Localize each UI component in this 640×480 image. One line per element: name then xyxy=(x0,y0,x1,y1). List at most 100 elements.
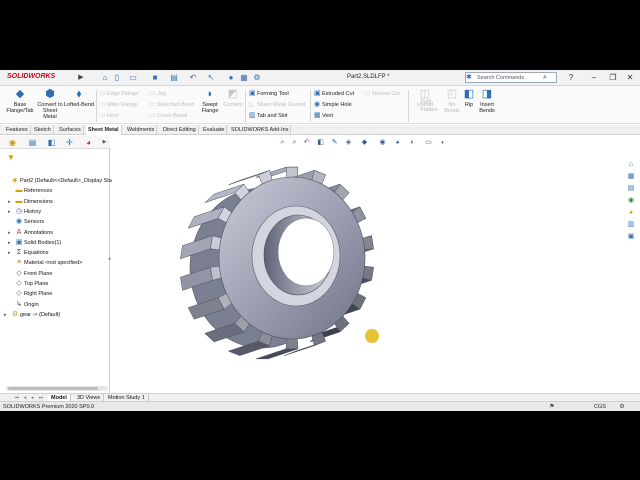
swept-flange-icon: ◗ xyxy=(206,88,214,100)
open-icon[interactable]: ▭ xyxy=(128,73,138,83)
previous-view-icon[interactable]: ↶ xyxy=(302,138,311,148)
graphics-area[interactable] xyxy=(112,148,624,392)
cross-break-button[interactable]: ▭Cross-Break xyxy=(149,112,188,120)
tree-node[interactable]: ≡ Material <not specified> xyxy=(8,258,82,268)
save-icon[interactable]: ■ xyxy=(150,73,160,83)
rebuild-icon[interactable]: ● xyxy=(226,73,236,83)
tab-sheet-metal[interactable]: Sheet Metal xyxy=(86,125,122,135)
tree-node[interactable]: ▸ Σ Equations xyxy=(8,248,48,258)
display-manager-tab-icon[interactable]: ◕ xyxy=(83,137,94,148)
zoom-to-fit-icon[interactable]: ⌕ xyxy=(278,138,287,148)
solid-bodies-icon: ▣ xyxy=(15,238,23,246)
tree-node[interactable]: ↳ Origin xyxy=(8,300,39,310)
tab-direct-editing[interactable]: Direct Editing xyxy=(161,125,199,135)
view-orientation-icon[interactable]: ◈ xyxy=(344,138,353,148)
swept-flange-button[interactable]: ◗ Swept Flange xyxy=(197,88,223,114)
simple-hole-button[interactable]: ◉ Simple Hole xyxy=(314,101,352,109)
scrollbar-thumb[interactable] xyxy=(8,387,98,390)
minimize-icon[interactable]: – xyxy=(588,72,600,84)
custom-properties-icon[interactable]: ▥ xyxy=(626,220,636,230)
display-style-icon[interactable]: ◆ xyxy=(360,138,369,148)
menu-expand-icon[interactable]: ▶ xyxy=(77,71,85,84)
forming-tool-button[interactable]: ▣Forming Tool xyxy=(249,90,289,98)
tree-node[interactable]: ▸ ▬ Dimensions xyxy=(8,197,53,207)
unfold-button[interactable]: ◫ Unfold xyxy=(415,88,435,108)
tree-node[interactable]: ▸ ⚙ gear -> (Default) xyxy=(4,310,60,320)
design-library-icon[interactable]: ▦ xyxy=(626,172,636,182)
rip-button[interactable]: ◧ Rip xyxy=(461,88,477,108)
history-icon: ◷ xyxy=(15,207,23,215)
help-icon[interactable]: ? xyxy=(565,72,577,84)
feature-manager-tab-icon[interactable]: ◉ xyxy=(7,137,18,148)
normal-cut-button[interactable]: ▭Normal Cut xyxy=(364,90,400,98)
filter-icon[interactable]: ▼ xyxy=(7,153,17,163)
appearances-icon[interactable]: ◕ xyxy=(626,208,636,218)
file-explorer-icon[interactable]: ▤ xyxy=(626,184,636,194)
units-selector[interactable]: CGS xyxy=(594,402,606,411)
restore-icon[interactable]: ❐ xyxy=(607,72,619,84)
sketched-bend-button[interactable]: ▭Sketched Bend xyxy=(149,101,194,109)
panel-more-icon[interactable]: ▶ xyxy=(99,137,110,148)
fold-button[interactable]: Fold xyxy=(416,99,436,105)
tree-node[interactable]: ◇ Front Plane xyxy=(8,269,52,279)
search-icon[interactable]: ⌕ xyxy=(543,73,552,82)
tab-surfaces[interactable]: Surfaces xyxy=(57,125,84,135)
hem-button[interactable]: ▭Hem xyxy=(99,112,119,120)
new-document-icon[interactable]: ▯ xyxy=(112,73,122,83)
sheet-metal-gusset-button[interactable]: ◺ Sheet Metal Gusset xyxy=(249,101,305,109)
extruded-cut-button[interactable]: ▣Extruded Cut xyxy=(314,90,354,98)
tree-node[interactable]: ◈ Part2 (Default<<Default>_Display Sta xyxy=(4,176,112,186)
zoom-to-area-icon[interactable]: ⌕ xyxy=(290,138,299,148)
hide-show-items-icon[interactable]: ◉ xyxy=(378,138,387,148)
base-flange-button[interactable]: ◆ Base Flange/Tab xyxy=(5,88,35,114)
tree-node[interactable]: ◇ Top Plane xyxy=(8,279,48,289)
home-icon[interactable]: ⌂ xyxy=(100,73,110,83)
tab-evaluate[interactable]: Evaluate xyxy=(201,125,228,135)
tab-features[interactable]: Features xyxy=(4,125,31,135)
configuration-manager-tab-icon[interactable]: ◧ xyxy=(46,137,57,148)
scene-icon[interactable]: ◐ xyxy=(408,138,417,148)
tab-weldments[interactable]: Weldments xyxy=(125,125,158,135)
gear-model[interactable] xyxy=(180,166,374,360)
dropdown-icon[interactable]: ▾ xyxy=(438,138,447,148)
close-icon[interactable]: ✕ xyxy=(624,72,636,84)
tree-node[interactable]: ▸ ▣ Solid Bodies(1) xyxy=(8,238,61,248)
jog-button[interactable]: ▭Jog xyxy=(149,90,166,98)
section-view-icon[interactable]: ◧ xyxy=(316,138,325,148)
tree-node-label: Equations xyxy=(24,250,49,257)
file-properties-icon[interactable]: ▦ xyxy=(239,73,249,83)
tree-node[interactable]: ▬ References xyxy=(8,186,53,196)
flatten-button[interactable]: Flatten xyxy=(418,107,440,113)
miter-flange-button[interactable]: ▭Miter Flange xyxy=(99,101,138,109)
undo-icon[interactable]: ↶ xyxy=(188,73,198,83)
no-bends-button[interactable]: ◰ No Bends xyxy=(442,88,462,114)
vent-button[interactable]: ▦Vent xyxy=(314,112,333,120)
tab-add-ins[interactable]: SOLIDWORKS Add-Ins xyxy=(229,125,292,135)
insert-bends-button[interactable]: ◨ Insert Bends xyxy=(477,88,497,114)
property-manager-tab-icon[interactable]: ▤ xyxy=(27,137,38,148)
tab-sketch[interactable]: Sketch xyxy=(32,125,54,135)
edge-flange-button[interactable]: ▭Edge Flange xyxy=(99,90,138,98)
options-gear-icon[interactable]: ⚙ xyxy=(252,73,262,83)
tab-and-slot-button[interactable]: ▥Tab and Slot xyxy=(249,112,288,120)
solidworks-logo[interactable]: SOLIDWORKS xyxy=(7,73,55,80)
print-icon[interactable]: ▤ xyxy=(169,73,179,83)
rebuild-status-icon[interactable]: ⚑ xyxy=(548,402,556,411)
select-icon[interactable]: ↖ xyxy=(206,73,216,83)
view-settings-icon[interactable]: ▭ xyxy=(424,138,433,148)
view-palette-icon[interactable]: ◉ xyxy=(626,196,636,206)
solidworks-resources-icon[interactable]: ⌂ xyxy=(626,160,636,170)
tree-node[interactable]: ▸ ◷ History xyxy=(8,207,41,217)
convert-to-sheet-metal-button[interactable]: ⬢ Convert to Sheet Metal xyxy=(36,88,64,120)
tree-node[interactable]: ◉ Sensors xyxy=(8,217,44,227)
tree-node[interactable]: ◇ Right Plane xyxy=(8,289,52,299)
dynamic-annotation-icon[interactable]: ✎ xyxy=(330,138,339,148)
solidworks-forum-icon[interactable]: ▣ xyxy=(626,232,636,242)
tree-node[interactable]: ▸ A Annotations xyxy=(8,228,53,238)
command-manager-tabs: Features Sketch Surfaces Sheet Metal Wel… xyxy=(0,125,640,135)
lofted-bend-button[interactable]: ⬧ Lofted-Bend xyxy=(63,88,95,108)
dimxpert-tab-icon[interactable]: ✛ xyxy=(64,137,75,148)
customize-status-icon[interactable]: ⚙ xyxy=(618,402,626,411)
edit-appearance-icon[interactable]: ◕ xyxy=(393,138,402,148)
corners-button[interactable]: ◩ Corners xyxy=(222,88,244,108)
